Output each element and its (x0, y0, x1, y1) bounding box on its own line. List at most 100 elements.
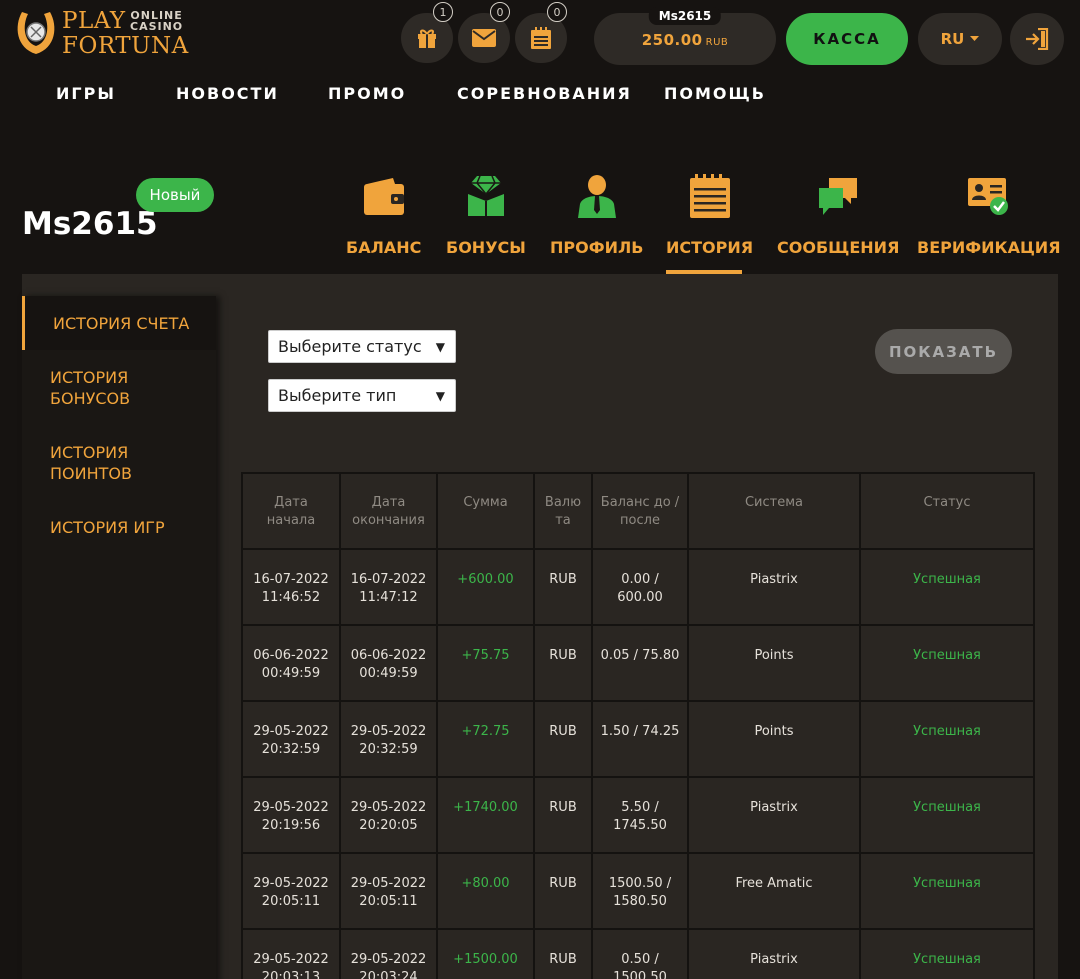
id-card-verified-icon (967, 178, 1008, 215)
nav-competitions[interactable]: СОРЕВНОВАНИЯ (457, 84, 632, 103)
tab-verification[interactable]: ВЕРИФИКАЦИЯ (917, 170, 1061, 274)
nav-news[interactable]: НОВОСТИ (176, 84, 279, 103)
tab-bonuses[interactable]: БОНУСЫ (446, 170, 526, 274)
cell-currency: RUB (533, 700, 593, 778)
column-header-start-date: Дата начала (241, 472, 341, 550)
language-selector[interactable]: RU (918, 13, 1002, 65)
cell-system: Piastrix (687, 776, 861, 854)
table-row: 29-05-2022 20:03:13 29-05-2022 20:03:24 +1… (241, 928, 1035, 979)
balance-username: Ms2615 (648, 7, 722, 25)
column-header-amount: Сумма (436, 472, 535, 550)
column-header-balance: Баланс до / после (591, 472, 689, 550)
cashier-button[interactable]: КАССА (786, 13, 908, 65)
cell-currency: RUB (533, 776, 593, 854)
cell-balance: 1500.50 / 1580.50 (591, 852, 689, 930)
nav-games[interactable]: ИГРЫ (56, 84, 116, 103)
notepad-icon (689, 174, 730, 218)
cell-currency: RUB (533, 624, 593, 702)
cell-balance: 0.05 / 75.80 (591, 624, 689, 702)
column-header-end-date: Дата окончания (339, 472, 438, 550)
cell-start-date: 06-06-2022 00:49:59 (241, 624, 341, 702)
transactions-table: Дата начала Дата окончания Сумма Валю та… (241, 472, 1035, 979)
dropdown-arrow-icon: ▼ (435, 389, 445, 403)
column-header-status: Статус (859, 472, 1035, 550)
cell-status: Успешная (859, 928, 1035, 979)
cell-system: Free Amatic (687, 852, 861, 930)
table-row: 29-05-2022 20:05:11 29-05-2022 20:05:11 +8… (241, 852, 1035, 930)
cell-start-date: 29-05-2022 20:05:11 (241, 852, 341, 930)
language-label: RU (940, 30, 965, 48)
cell-end-date: 16-07-2022 11:47:12 (339, 548, 438, 626)
cell-end-date: 06-06-2022 00:49:59 (339, 624, 438, 702)
tab-messages[interactable]: СООБЩЕНИЯ (777, 170, 899, 274)
cell-end-date: 29-05-2022 20:20:05 (339, 776, 438, 854)
cell-start-date: 29-05-2022 20:19:56 (241, 776, 341, 854)
cell-start-date: 29-05-2022 20:32:59 (241, 700, 341, 778)
logo-play-text: PLAY (62, 8, 126, 34)
chevron-down-icon (970, 36, 980, 41)
logout-icon (1026, 28, 1049, 50)
cell-start-date: 16-07-2022 11:46:52 (241, 548, 341, 626)
table-row: 06-06-2022 00:49:59 06-06-2022 00:49:59 +7… (241, 624, 1035, 702)
dropdown-arrow-icon: ▼ (435, 340, 445, 354)
gift-count-badge: 1 (433, 2, 453, 22)
cell-amount: +1500.00 (436, 928, 535, 979)
nav-help[interactable]: ПОМОЩЬ (664, 84, 766, 103)
sidebar-item-games-history[interactable]: ИСТОРИЯ ИГР (50, 517, 165, 538)
tab-balance[interactable]: БАЛАНС (346, 170, 421, 274)
cell-currency: RUB (533, 928, 593, 979)
cell-system: Piastrix (687, 928, 861, 979)
chat-bubbles-icon (819, 178, 858, 215)
cell-currency: RUB (533, 548, 593, 626)
calendar-icon (531, 27, 551, 49)
nav-promo[interactable]: ПРОМО (328, 84, 406, 103)
type-select[interactable]: Выберите тип ▼ (268, 379, 456, 412)
cell-amount: +72.75 (436, 700, 535, 778)
horseshoe-logo-icon (17, 12, 55, 54)
cell-status: Успешная (859, 776, 1035, 854)
cell-status: Успешная (859, 852, 1035, 930)
mail-count-badge: 0 (490, 2, 510, 22)
cell-system: Piastrix (687, 548, 861, 626)
messages-button[interactable]: 0 (458, 2, 510, 63)
status-select-value: Выберите статус (278, 337, 422, 356)
balance-box[interactable]: Ms2615 250.00 RUB (594, 7, 776, 65)
cell-balance: 5.50 / 1745.50 (591, 776, 689, 854)
calendar-count-badge: 0 (547, 2, 567, 22)
user-icon (577, 175, 616, 218)
logout-button[interactable] (1010, 13, 1064, 65)
cell-start-date: 29-05-2022 20:03:13 (241, 928, 341, 979)
cell-amount: +75.75 (436, 624, 535, 702)
gift-button[interactable]: 1 (401, 2, 453, 63)
sidebar-item-account-history[interactable]: ИСТОРИЯ СЧЕТА (22, 296, 216, 350)
table-header-row: Дата начала Дата окончания Сумма Валю та… (241, 472, 1035, 550)
status-select[interactable]: Выберите статус ▼ (268, 330, 456, 363)
brand-logo[interactable]: PLAY ONLINE CASINO FORTUNA (14, 6, 194, 60)
table-row: 16-07-2022 11:46:52 16-07-2022 11:47:12 +6… (241, 548, 1035, 626)
gift-box-icon (467, 175, 504, 216)
tab-history[interactable]: ИСТОРИЯ (666, 170, 753, 274)
type-select-value: Выберите тип (278, 386, 397, 405)
column-header-system: Система (687, 472, 861, 550)
tab-profile[interactable]: ПРОФИЛЬ (550, 170, 643, 274)
cell-end-date: 29-05-2022 20:05:11 (339, 852, 438, 930)
cell-amount: +600.00 (436, 548, 535, 626)
cell-status: Успешная (859, 548, 1035, 626)
sidebar-item-bonus-history[interactable]: ИСТОРИЯ БОНУСОВ (50, 367, 130, 409)
sidebar-item-points-history[interactable]: ИСТОРИЯ ПОИНТОВ (50, 442, 132, 484)
logo-online-text: ONLINE CASINO (130, 9, 184, 33)
history-shortcut-button[interactable]: 0 (515, 2, 567, 63)
logo-fortuna-text: FORTUNA (62, 33, 189, 59)
show-button[interactable]: ПОКАЗАТЬ (875, 329, 1012, 374)
envelope-icon (472, 29, 496, 47)
cell-system: Points (687, 700, 861, 778)
balance-amount: 250.00 RUB (641, 31, 729, 49)
cell-balance: 1.50 / 74.25 (591, 700, 689, 778)
cell-balance: 0.00 / 600.00 (591, 548, 689, 626)
cell-amount: +80.00 (436, 852, 535, 930)
main-nav: ИГРЫ НОВОСТИ ПРОМО СОРЕВНОВАНИЯ ПОМОЩЬ (0, 84, 1080, 106)
cell-status: Успешная (859, 624, 1035, 702)
cell-system: Points (687, 624, 861, 702)
cell-balance: 0.50 / 1500.50 (591, 928, 689, 979)
profile-username: Ms2615 (22, 206, 158, 242)
